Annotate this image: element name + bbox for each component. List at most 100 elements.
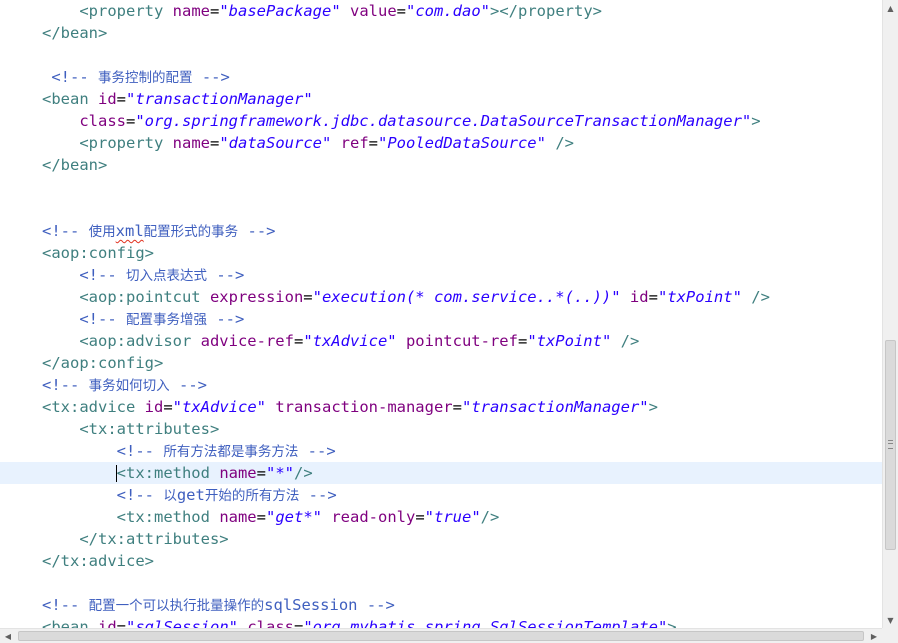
xml-tag-token: </bean> [42, 156, 108, 174]
xml-tag-token: ></property> [490, 2, 602, 20]
comment-token: --> [169, 376, 207, 394]
xml-attribute-token: class [42, 112, 126, 130]
xml-value-token: "txAdvice" [172, 398, 266, 416]
code-line[interactable]: <!-- 以get开始的所有方法 --> [0, 484, 882, 506]
xml-value-token: "sqlSession" [126, 618, 238, 628]
code-line[interactable]: </bean> [0, 154, 882, 176]
comment-text: 所有方法都是事务方法 [163, 444, 299, 460]
scroll-right-arrow-icon[interactable]: ▶ [866, 629, 882, 643]
code-line[interactable] [0, 572, 882, 594]
punctuation-token: = [126, 112, 136, 130]
punctuation-token: = [163, 398, 173, 416]
comment-token: --> [192, 68, 230, 86]
xml-attribute-token: id [88, 618, 117, 628]
comment-token: 事务控制的配置 [98, 68, 193, 86]
xml-value-token: "com.dao" [406, 2, 491, 20]
code-line[interactable]: </aop:config> [0, 352, 882, 374]
xml-attribute-token: class [238, 618, 294, 628]
xml-attribute-token: read-only [322, 508, 416, 526]
code-line[interactable]: <!-- 使用xml配置形式的事务 --> [0, 220, 882, 242]
comment-token: get [176, 486, 205, 504]
xml-tag-token: <property [42, 2, 164, 20]
horizontal-scroll-thumb[interactable] [18, 631, 864, 641]
xml-value-token: "basePackage" [219, 2, 341, 20]
comment-text: 以 [163, 488, 177, 504]
scroll-up-arrow-icon[interactable]: ▲ [883, 0, 898, 16]
code-line[interactable]: <property name="dataSource" ref="PooledD… [0, 132, 882, 154]
xml-value-token: "get*" [266, 508, 322, 526]
punctuation-token: = [368, 134, 378, 152]
comment-text: 配置形式的事务 [143, 224, 239, 240]
comment-token: --> [207, 310, 245, 328]
punctuation-token: = [256, 464, 266, 482]
xml-code-editor[interactable]: <property name="basePackage" value="com.… [0, 0, 882, 628]
code-line[interactable] [0, 198, 882, 220]
comment-token: 切入点表达式 [126, 266, 207, 284]
code-line[interactable]: <!-- 事务如何切入 --> [0, 374, 882, 396]
scroll-left-arrow-icon[interactable]: ◀ [0, 629, 16, 643]
comment-token: 以 [163, 486, 177, 504]
comment-token: <!-- [42, 486, 164, 504]
code-line[interactable]: </bean> [0, 22, 882, 44]
xml-attribute-token: name [209, 508, 257, 526]
code-line[interactable]: <aop:advisor advice-ref="txAdvice" point… [0, 330, 882, 352]
vertical-scrollbar[interactable]: ▲ ▼ [882, 0, 898, 628]
xml-tag-token: </aop:config> [42, 354, 164, 372]
code-line[interactable]: <tx:advice id="txAdvice" transaction-man… [0, 396, 882, 418]
code-line[interactable]: <aop:pointcut expression="execution(* co… [0, 286, 882, 308]
code-line-current[interactable]: <tx:method name="*"/> [0, 462, 882, 484]
comment-token: --> [299, 486, 337, 504]
xml-attribute-token: advice-ref [191, 332, 294, 350]
xml-attribute-token: expression [200, 288, 304, 306]
comment-token: <!-- [42, 266, 126, 284]
code-line[interactable] [0, 44, 882, 66]
comment-token: <!-- [42, 222, 89, 240]
code-line[interactable]: class="org.springframework.jdbc.datasour… [0, 110, 882, 132]
xml-tag-token: <aop:pointcut [42, 288, 201, 306]
code-line[interactable]: <!-- 所有方法都是事务方法 --> [0, 440, 882, 462]
code-line[interactable]: <aop:config> [0, 242, 882, 264]
xml-attribute-token: transaction-manager [266, 398, 453, 416]
code-line[interactable]: <!-- 事务控制的配置 --> [0, 66, 882, 88]
code-line[interactable] [0, 176, 882, 198]
xml-tag-token: > [667, 618, 677, 628]
xml-value-token: "*" [266, 464, 294, 482]
comment-text: 配置一个可以执行批量操作的 [88, 598, 265, 614]
punctuation-token: = [303, 288, 313, 306]
code-line[interactable]: <!-- 配置一个可以执行批量操作的sqlSession --> [0, 594, 882, 616]
comment-token: <!-- [42, 68, 98, 86]
comment-token: --> [238, 222, 276, 240]
xml-value-token: "txPoint" [657, 288, 742, 306]
punctuation-token: = [396, 2, 407, 20]
xml-value-token: "txPoint" [527, 332, 612, 350]
code-line[interactable]: </tx:attributes> [0, 528, 882, 550]
xml-tag-token: <property [42, 134, 164, 152]
punctuation-token: = [293, 332, 304, 350]
code-line[interactable]: <!-- 配置事务增强 --> [0, 308, 882, 330]
code-line[interactable]: <tx:method name="get*" read-only="true"/… [0, 506, 882, 528]
code-line[interactable]: </tx:advice> [0, 550, 882, 572]
comment-token: 所有方法都是事务方法 [163, 442, 298, 460]
code-line[interactable]: <!-- 切入点表达式 --> [0, 264, 882, 286]
horizontal-scrollbar[interactable]: ◀ ▶ [0, 628, 882, 643]
scroll-down-arrow-icon[interactable]: ▼ [883, 612, 898, 628]
xml-attribute-token: id [135, 398, 164, 416]
code-line[interactable]: <tx:attributes> [0, 418, 882, 440]
vertical-scroll-thumb[interactable] [885, 340, 896, 550]
xml-value-token: "transactionManager" [126, 90, 313, 108]
comment-token: <!-- [42, 376, 89, 394]
comment-token: --> [207, 266, 245, 284]
code-line[interactable]: <property name="basePackage" value="com.… [0, 0, 882, 22]
comment-text: 配置事务增强 [126, 312, 207, 328]
comment-token: 配置一个可以执行批量操作的 [89, 596, 265, 614]
code-line[interactable]: <bean id="transactionManager" [0, 88, 882, 110]
xml-attribute-token: ref [331, 134, 369, 152]
spellcheck-flagged-word: xml [115, 222, 144, 240]
xml-tag-token: /> [545, 134, 574, 152]
xml-tag-token: > [751, 112, 761, 130]
code-line[interactable]: <bean id="sqlSession" class="org.mybatis… [0, 616, 882, 628]
comment-text: 事务如何切入 [88, 378, 170, 394]
comment-token: 使用 [89, 222, 116, 240]
xml-tag-token: </tx:advice> [42, 552, 154, 570]
punctuation-token: = [210, 134, 220, 152]
